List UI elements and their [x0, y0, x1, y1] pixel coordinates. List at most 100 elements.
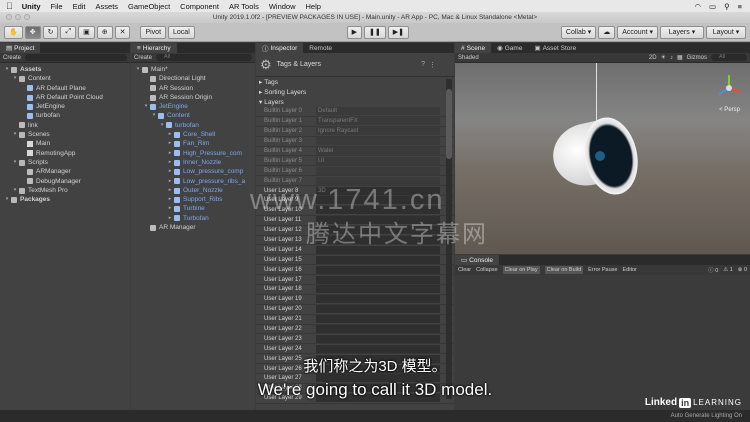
project-item[interactable]: link [0, 121, 130, 130]
minimize-window-button[interactable] [15, 14, 21, 20]
project-item[interactable]: DebugManager [0, 177, 130, 186]
hierarchy-item[interactable]: ▸ Turbine [131, 204, 255, 213]
scale-tool-button[interactable]: ⤢ [60, 25, 77, 39]
expand-arrow-icon[interactable]: ▾ [12, 130, 18, 139]
hierarchy-item[interactable]: ▾ Content [131, 111, 255, 120]
project-item[interactable]: ▾ TextMesh Pro [0, 186, 130, 195]
hierarchy-item[interactable]: ▸ Support_Ribs [131, 195, 255, 204]
tab-inspector[interactable]: ⓘ Inspector [256, 43, 304, 53]
hierarchy-item[interactable]: ▸ High_Pressure_com [131, 149, 255, 158]
hierarchy-item[interactable]: ▸ Low_pressure_ribs_a [131, 177, 255, 186]
hierarchy-item[interactable]: ▸ Outer_Nozzle [131, 186, 255, 195]
hierarchy-item[interactable]: ▸ Low_pressure_comp [131, 167, 255, 176]
tab-scene[interactable]: # Scene [455, 43, 492, 53]
menu-file[interactable]: File [51, 2, 63, 11]
pause-button[interactable]: ❚❚ [364, 25, 386, 39]
project-item[interactable]: ARManager [0, 167, 130, 176]
expand-arrow-icon[interactable]: ▾ [12, 186, 18, 195]
console-editor-dropdown[interactable]: Editor [623, 267, 637, 273]
project-item[interactable]: ▾ Scenes [0, 130, 130, 139]
hierarchy-item[interactable]: Directional Light [131, 74, 255, 83]
layer-name-field[interactable] [316, 315, 440, 324]
hierarchy-item[interactable]: ▾ Main* [131, 65, 255, 74]
tab-hierarchy[interactable]: ≡ Hierarchy [131, 43, 177, 53]
menu-gameobject[interactable]: GameObject [128, 2, 170, 11]
step-button[interactable]: ▶❚ [387, 25, 410, 39]
warning-count-badge[interactable]: ⚠ 1 [723, 267, 733, 273]
expand-arrow-icon[interactable]: ▸ [167, 186, 173, 195]
console-clear-button[interactable]: Clear [458, 267, 471, 273]
account-dropdown[interactable]: Account ▾ [617, 25, 658, 39]
layer-name-field[interactable] [316, 295, 440, 304]
project-item[interactable]: ▾ Packages [0, 195, 130, 204]
layers-foldout[interactable]: ▾ Layers [256, 97, 454, 107]
tab-remote[interactable]: Remote [303, 43, 338, 53]
project-item[interactable]: turbofan [0, 111, 130, 120]
orientation-gizmo[interactable] [714, 73, 744, 103]
persp-label[interactable]: < Persp [719, 107, 740, 113]
error-count-badge[interactable]: ⊗ 0 [738, 267, 747, 273]
project-item[interactable]: RemotingApp [0, 149, 130, 158]
tags-foldout[interactable]: ▸ Tags [256, 77, 454, 87]
gizmos-dropdown[interactable]: Gizmos [687, 55, 707, 61]
layer-name-field[interactable] [316, 305, 440, 314]
scene-search-input[interactable]: All [711, 54, 747, 61]
tab-console[interactable]: ▭ Console [455, 255, 500, 265]
battery-icon[interactable]: ▭ [709, 2, 716, 11]
project-item[interactable]: AR Default Plane [0, 84, 130, 93]
layout-dropdown[interactable]: Layout ▾ [706, 25, 746, 39]
2d-toggle[interactable]: 2D [649, 55, 657, 61]
console-error-pause-button[interactable]: Error Pause [588, 267, 617, 273]
hierarchy-item[interactable]: ▸ Fan_Rim [131, 139, 255, 148]
project-item[interactable]: ▾ Content [0, 74, 130, 83]
project-item[interactable]: ▾ Scripts [0, 158, 130, 167]
menu-app-name[interactable]: Unity [22, 2, 41, 11]
expand-arrow-icon[interactable]: ▾ [151, 111, 157, 120]
transform-tool-button[interactable]: ⊕ [96, 25, 113, 39]
layer-name-field[interactable] [316, 325, 440, 334]
layer-name-field[interactable] [316, 255, 440, 264]
pivot-toggle[interactable]: Pivot [140, 25, 167, 39]
menu-ar-tools[interactable]: AR Tools [229, 2, 259, 11]
expand-arrow-icon[interactable]: ▸ [167, 130, 173, 139]
light-icon[interactable]: ☀ [661, 54, 666, 61]
search-icon[interactable]: ⚲ [724, 2, 730, 11]
sorting-layers-foldout[interactable]: ▸ Sorting Layers [256, 87, 454, 97]
hierarchy-item[interactable]: AR Session [131, 84, 255, 93]
project-search-input[interactable] [25, 54, 127, 61]
layer-name-field[interactable] [316, 344, 440, 353]
project-item[interactable]: ▾ Assets [0, 65, 130, 74]
tab-asset-store[interactable]: ▣ Asset Store [528, 43, 582, 53]
collab-dropdown[interactable]: Collab ▾ [560, 25, 597, 39]
menu-assets[interactable]: Assets [96, 2, 119, 11]
expand-arrow-icon[interactable]: ▾ [12, 158, 18, 167]
cloud-button[interactable]: ☁ [598, 25, 616, 39]
effects-icon[interactable]: ▦ [677, 54, 683, 61]
expand-arrow-icon[interactable]: ▸ [167, 204, 173, 213]
project-item[interactable]: Main [0, 139, 130, 148]
audio-icon[interactable]: ♪ [670, 55, 673, 61]
help-icon[interactable]: ? [421, 61, 425, 69]
layer-name-field[interactable] [316, 285, 440, 294]
expand-arrow-icon[interactable]: ▾ [135, 65, 141, 74]
expand-arrow-icon[interactable]: ▸ [167, 158, 173, 167]
scene-viewport[interactable]: < Persp [455, 63, 750, 254]
hierarchy-item[interactable]: ▸ Core_Shell [131, 130, 255, 139]
expand-arrow-icon[interactable]: ▾ [4, 195, 10, 204]
settings-icon[interactable]: ⋮ [429, 61, 436, 69]
tab-game[interactable]: ◉ Game [491, 43, 528, 53]
console-clear-on-play-button[interactable]: Clear on Play [502, 266, 540, 274]
menu-help[interactable]: Help [306, 2, 321, 11]
menu-list-icon[interactable]: ≡ [738, 2, 742, 11]
tab-project[interactable]: ▤ Project [0, 43, 41, 53]
hand-tool-button[interactable]: ✋ [4, 25, 23, 39]
menu-edit[interactable]: Edit [73, 2, 86, 11]
expand-arrow-icon[interactable]: ▸ [167, 214, 173, 223]
rotate-tool-button[interactable]: ↻ [42, 25, 59, 39]
layer-name-field[interactable] [316, 275, 440, 284]
info-count-badge[interactable]: ⓘ 0 [708, 266, 718, 274]
layer-name-field[interactable] [316, 265, 440, 274]
project-item[interactable]: AR Default Point Cloud [0, 93, 130, 102]
hierarchy-item[interactable]: ▸ Turbofan [131, 214, 255, 223]
play-button[interactable]: ▶ [346, 25, 363, 39]
